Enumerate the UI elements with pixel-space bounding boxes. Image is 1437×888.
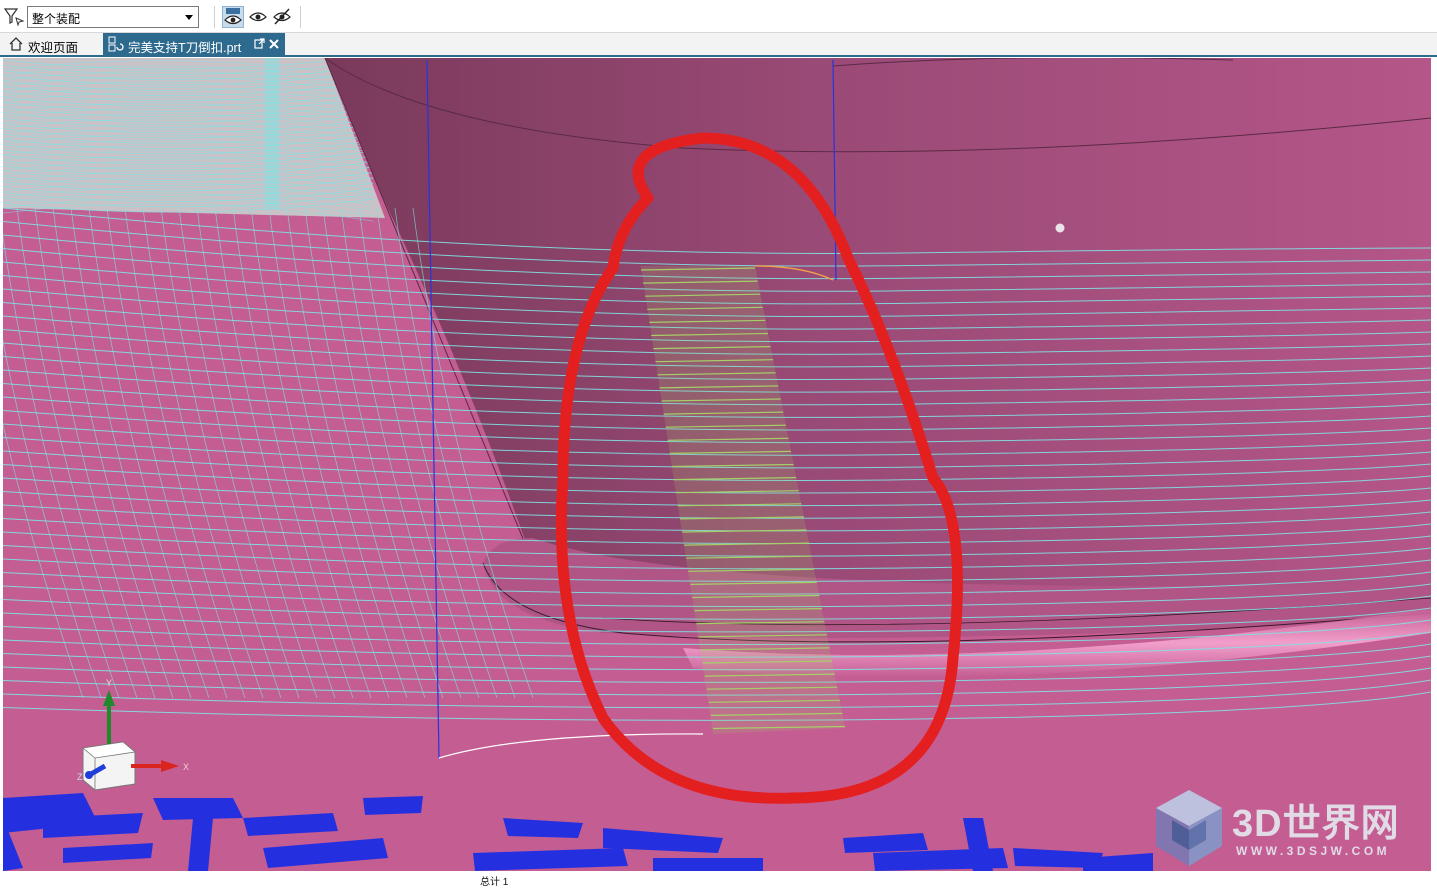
eye-icon [249, 12, 267, 22]
brand-name: 3D世界网 [1232, 803, 1400, 845]
tab-detach-icon[interactable] [254, 38, 265, 50]
eye-slash-icon [273, 8, 291, 25]
toolbar-divider [214, 6, 215, 28]
x-axis-label: X [183, 762, 189, 772]
status-note: 总计 1 [480, 877, 509, 888]
model-scene[interactable]: Y X Z [3, 58, 1431, 871]
toolbar-divider [300, 6, 301, 28]
engraved-text-strokes [3, 793, 1153, 871]
mesh-line [106, 207, 228, 699]
wcs-eye-icon [224, 8, 242, 25]
hide-button[interactable] [272, 6, 294, 28]
tab-welcome-page[interactable]: 欢迎页面 [2, 33, 100, 55]
home-icon [9, 37, 23, 51]
tab-part-file[interactable]: 完美支持T刀倒扣.prt [103, 33, 285, 55]
close-icon[interactable] [269, 39, 279, 49]
mesh-line [70, 207, 192, 699]
brand-watermark: 3D世界网 WWW.3DSJW.COM [1150, 788, 1420, 868]
top-toolbar: 整个装配 [0, 0, 1437, 33]
part-file-icon [108, 36, 124, 52]
graphics-viewport[interactable]: Y X Z [3, 58, 1431, 871]
selection-filter-icon[interactable] [3, 6, 25, 26]
mesh-line [124, 207, 246, 699]
brand-url: WWW.3DSJW.COM [1236, 844, 1391, 858]
mesh-line [34, 207, 156, 699]
cube-logo-icon [1156, 790, 1222, 866]
mesh-line [3, 339, 102, 699]
tab-label: 完美支持T刀倒扣.prt [128, 41, 242, 55]
status-strip: 总计 1 [0, 871, 1437, 888]
selection-scope-value: 整个装配 [32, 12, 81, 26]
mesh-line [88, 207, 210, 699]
y-axis-label: Y [106, 678, 112, 688]
tab-label: 欢迎页面 [28, 41, 79, 55]
mesh-dense-band [265, 58, 279, 208]
bottom-boundary-curve [438, 733, 704, 759]
selection-scope-dropdown[interactable]: 整个装配 [27, 6, 199, 28]
show-hide-button[interactable] [248, 6, 270, 28]
mesh-line [304, 207, 426, 699]
chevron-down-icon [185, 15, 193, 20]
show-wcs-button[interactable] [222, 6, 244, 28]
mesh-line [3, 234, 120, 699]
z-axis-label: Z [77, 772, 83, 782]
reference-point [1055, 223, 1065, 233]
document-tab-bar: 欢迎页面 完美支持T刀倒扣.prt [0, 33, 1437, 57]
